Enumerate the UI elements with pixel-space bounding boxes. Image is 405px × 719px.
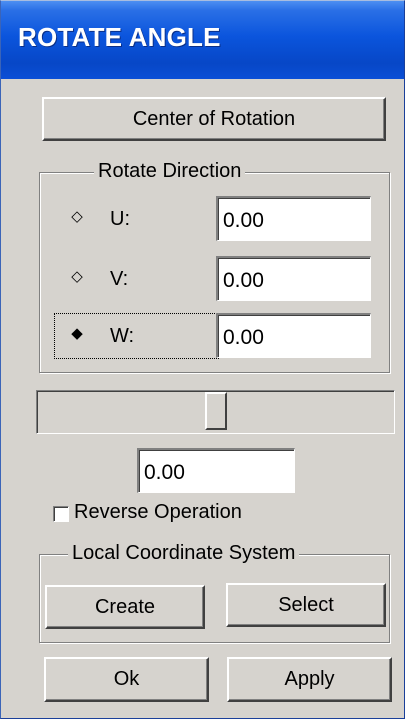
apply-button[interactable]: Apply <box>227 657 392 702</box>
v-angle-input[interactable] <box>216 256 371 301</box>
diamond-outline-icon: ◇ <box>71 208 83 225</box>
rotate-direction-legend: Rotate Direction <box>94 160 246 183</box>
reverse-operation-label[interactable]: Reverse Operation <box>74 501 242 524</box>
ok-button[interactable]: Ok <box>44 657 209 702</box>
rotation-slider[interactable] <box>36 390 395 434</box>
create-button[interactable]: Create <box>45 585 205 629</box>
diamond-outline-icon: ◇ <box>71 268 83 285</box>
angle-value-input[interactable] <box>137 448 295 493</box>
rotate-direction-group: Rotate Direction ◇ U: ◇ V: ◆ W: <box>39 160 390 373</box>
local-coordinate-system-group: Local Coordinate System Create Select <box>39 542 390 643</box>
radio-u-label: U: <box>110 208 130 230</box>
u-angle-input[interactable] <box>216 196 371 241</box>
w-angle-input[interactable] <box>216 313 371 358</box>
local-coordinate-system-legend: Local Coordinate System <box>68 542 300 565</box>
center-of-rotation-button[interactable]: Center of Rotation <box>42 97 386 141</box>
radio-w-label: W: <box>110 325 135 347</box>
dialog-body: Center of Rotation Rotate Direction ◇ U:… <box>5 79 398 716</box>
rotate-angle-window: ROTATE ANGLE Center of Rotation Rotate D… <box>0 0 405 719</box>
radio-v-label: V: <box>110 268 129 290</box>
slider-thumb[interactable] <box>205 392 227 430</box>
window-title: ROTATE ANGLE <box>18 22 221 52</box>
reverse-operation-checkbox[interactable] <box>53 506 69 522</box>
title-bar[interactable]: ROTATE ANGLE <box>1 1 404 79</box>
diamond-filled-icon: ◆ <box>71 325 83 342</box>
select-button[interactable]: Select <box>226 583 386 627</box>
